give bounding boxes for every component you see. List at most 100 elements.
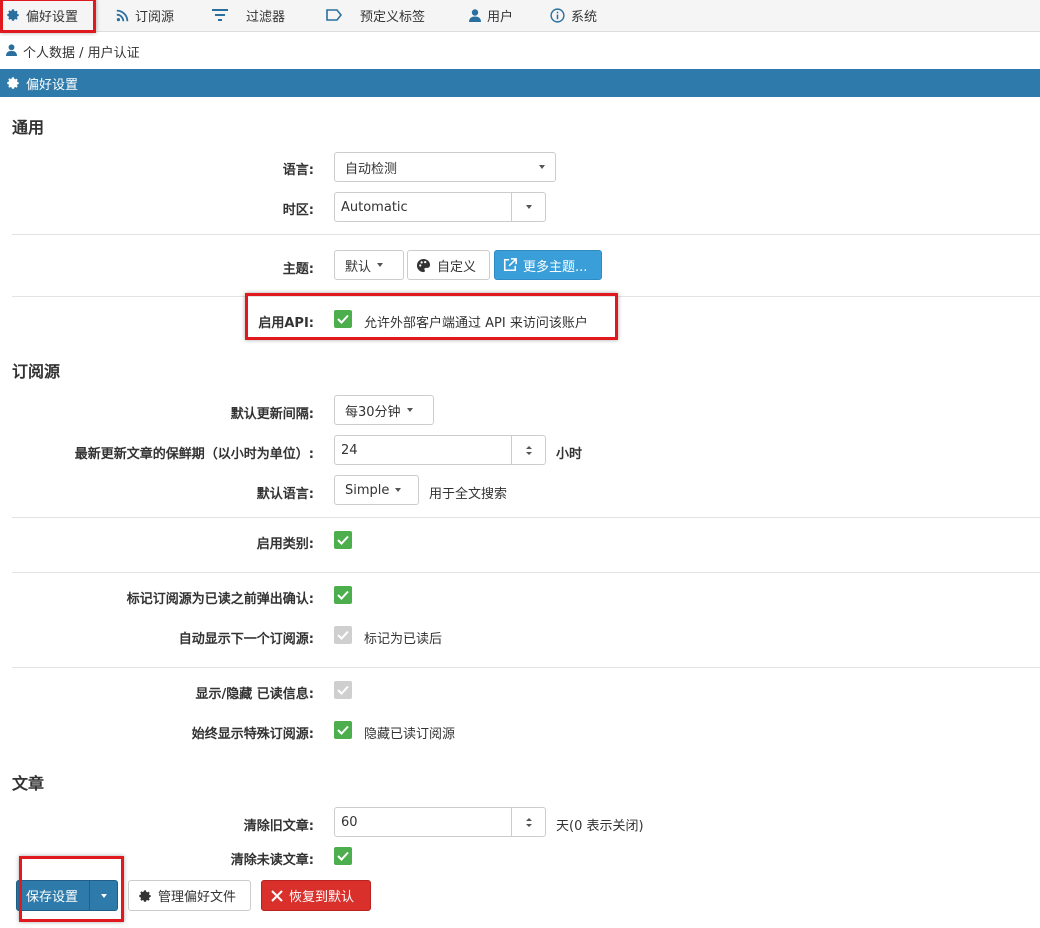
purge-unread-label: 清除未读文章:	[230, 853, 314, 868]
update-interval-value: 每30分钟	[345, 404, 401, 420]
more-themes-label: 更多主题...	[523, 259, 588, 275]
language-value: 自动检测	[345, 161, 398, 177]
gear-icon	[6, 8, 20, 22]
chevron-up-icon[interactable]	[525, 817, 532, 821]
user-icon	[469, 8, 481, 22]
purge-old-label: 清除旧文章:	[243, 819, 314, 834]
tab-system[interactable]: 系统	[550, 0, 597, 30]
check-icon	[337, 630, 349, 640]
tab-feeds[interactable]: 订阅源	[116, 0, 174, 30]
default-language-hint: 用于全文搜索	[429, 487, 508, 502]
info-icon	[550, 7, 565, 23]
fresh-period-unit: 小时	[556, 447, 583, 462]
tab-label: 过滤器	[246, 9, 286, 25]
tab-users[interactable]: 用户	[469, 0, 513, 30]
timezone-label: 时区:	[282, 203, 314, 218]
purge-old-unit: 天(0 表示关闭)	[556, 819, 644, 834]
default-language-label: 默认语言:	[256, 487, 314, 502]
timezone-value: Automatic	[341, 199, 408, 215]
purge-unread-checkbox[interactable]	[334, 847, 352, 865]
divider	[12, 234, 1040, 235]
chevron-down-icon[interactable]	[525, 451, 532, 455]
update-interval-select[interactable]: 每30分钟	[334, 395, 434, 425]
section-heading-articles: 文章	[12, 774, 45, 793]
check-icon	[337, 535, 349, 545]
show-next-label: 自动显示下一个订阅源:	[178, 632, 314, 647]
customize-theme-button[interactable]: 自定义	[407, 250, 490, 280]
check-icon	[337, 685, 349, 695]
chevron-down-icon	[539, 165, 545, 169]
chevron-up-icon[interactable]	[525, 445, 532, 449]
fresh-period-value: 24	[341, 442, 358, 458]
chevron-down-icon[interactable]	[525, 823, 532, 827]
tab-label: 预定义标签	[360, 9, 426, 25]
manage-profiles-label: 管理偏好文件	[158, 890, 237, 905]
reset-defaults-button[interactable]: 恢复到默认	[261, 880, 371, 911]
stepper-buttons[interactable]	[511, 436, 545, 464]
api-checkbox[interactable]	[334, 310, 352, 328]
check-icon	[337, 725, 349, 735]
check-icon	[337, 314, 349, 324]
panel-header: 偏好设置	[0, 69, 1040, 97]
gear-icon	[138, 889, 152, 903]
update-interval-label: 默认更新间隔:	[230, 407, 314, 422]
toggle-read-label: 显示/隐藏 已读信息:	[195, 687, 314, 702]
tab-label: 用户	[487, 9, 514, 25]
breadcrumb[interactable]: 个人数据 / 用户认证	[6, 42, 140, 61]
divider	[12, 572, 1040, 573]
tab-label: 偏好设置	[26, 9, 79, 25]
chevron-down-icon	[525, 205, 532, 209]
special-feeds-label: 始终显示特殊订阅源:	[191, 727, 314, 742]
chevron-down-icon	[100, 893, 107, 898]
tab-labels[interactable]: 预定义标签	[326, 0, 425, 30]
language-label: 语言:	[282, 163, 314, 178]
filter-icon	[212, 9, 228, 21]
user-icon	[6, 43, 17, 60]
default-language-select[interactable]: Simple	[334, 475, 419, 505]
fresh-period-label: 最新更新文章的保鲜期（以小时为单位）:	[74, 447, 314, 462]
toggle-read-checkbox[interactable]	[334, 681, 352, 699]
panel-title: 偏好设置	[26, 77, 79, 93]
fresh-period-stepper[interactable]: 24	[334, 435, 546, 465]
chevron-down-icon	[406, 408, 413, 412]
categories-checkbox[interactable]	[334, 531, 352, 549]
tab-filters[interactable]: 过滤器	[212, 0, 285, 30]
show-next-checkbox[interactable]	[334, 626, 352, 644]
theme-label: 主题:	[282, 262, 314, 277]
close-icon	[271, 889, 283, 902]
reset-label: 恢复到默认	[289, 890, 355, 905]
check-icon	[337, 851, 349, 861]
purge-old-stepper[interactable]: 60	[334, 807, 546, 837]
save-button[interactable]: 保存设置	[16, 880, 90, 911]
tab-label: 系统	[571, 9, 598, 25]
gear-icon	[6, 76, 20, 90]
purge-old-value: 60	[341, 814, 358, 830]
manage-profiles-button[interactable]: 管理偏好文件	[128, 880, 251, 911]
customize-label: 自定义	[437, 259, 477, 275]
theme-select[interactable]: 默认	[334, 250, 404, 280]
chevron-down-icon	[395, 488, 402, 492]
breadcrumb-text: 个人数据 / 用户认证	[23, 46, 140, 61]
tab-preferences[interactable]: 偏好设置	[6, 0, 78, 30]
timezone-dropdown-button[interactable]	[511, 193, 545, 221]
tab-label: 订阅源	[135, 9, 175, 25]
theme-value: 默认	[345, 259, 372, 275]
divider	[12, 517, 1040, 518]
timezone-select[interactable]: Automatic	[334, 192, 546, 222]
check-icon	[337, 590, 349, 600]
categories-label: 启用类别:	[256, 537, 314, 552]
special-feeds-checkbox[interactable]	[334, 721, 352, 739]
more-themes-button[interactable]: 更多主题...	[494, 250, 602, 280]
api-label: 启用API:	[258, 316, 314, 331]
language-select[interactable]: 自动检测	[334, 152, 556, 182]
stepper-buttons[interactable]	[511, 808, 545, 836]
palette-icon	[416, 258, 431, 273]
save-options-dropdown[interactable]	[89, 880, 118, 911]
external-link-icon	[503, 258, 517, 272]
confirm-read-checkbox[interactable]	[334, 586, 352, 604]
top-nav-bar: 偏好设置 订阅源 过滤器 预定义标签 用户 系统	[0, 0, 1040, 32]
show-next-description: 标记为已读后	[364, 632, 443, 647]
divider	[12, 667, 1040, 668]
chevron-down-icon	[377, 263, 384, 267]
section-heading-feeds: 订阅源	[12, 362, 61, 381]
